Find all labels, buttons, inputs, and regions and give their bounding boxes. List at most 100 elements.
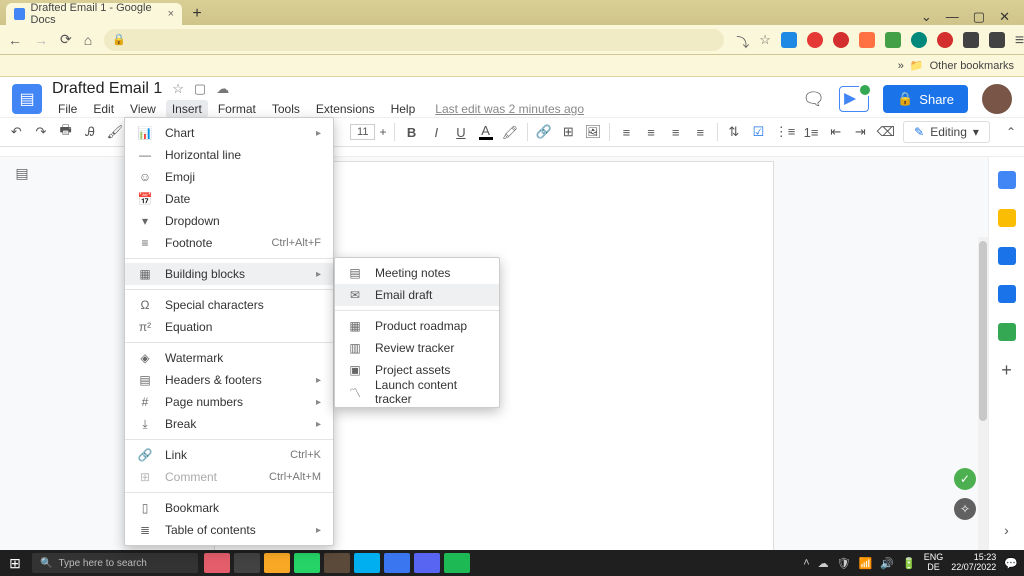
tray-clock[interactable]: 15:2322/07/2022 <box>951 553 996 573</box>
tasks-addon-icon[interactable] <box>998 247 1016 265</box>
bold-icon[interactable]: B <box>403 125 420 140</box>
star-doc-icon[interactable]: ☆ <box>172 81 184 97</box>
taskbar-app-5[interactable] <box>324 553 350 573</box>
ext-icon-1[interactable] <box>781 32 797 48</box>
insert-menu-item[interactable]: ▯Bookmark <box>125 497 333 519</box>
reading-list-icon[interactable]: ≡ <box>1015 32 1024 48</box>
hide-sidepanel-icon[interactable]: › <box>998 522 1016 540</box>
account-avatar[interactable] <box>982 84 1012 114</box>
insert-menu-item[interactable]: π²Equation <box>125 316 333 338</box>
calendar-addon-icon[interactable] <box>998 171 1016 189</box>
contacts-addon-icon[interactable] <box>998 285 1016 303</box>
taskbar-app-8[interactable] <box>414 553 440 573</box>
font-size-plus-icon[interactable]: + <box>379 125 386 139</box>
insert-menu-item[interactable]: ΩSpecial characters <box>125 294 333 316</box>
forward-icon[interactable]: → <box>34 32 48 48</box>
insert-menu-item[interactable]: #Page numbers▸ <box>125 391 333 413</box>
menu-tools[interactable]: Tools <box>266 100 306 118</box>
minimize-icon[interactable]: ― <box>946 9 959 25</box>
insert-comment-icon[interactable]: ⊞ <box>560 124 577 140</box>
tab-close-icon[interactable]: × <box>168 8 174 20</box>
insert-menu-item[interactable]: ⤓Break▸ <box>125 413 333 435</box>
present-button[interactable] <box>839 86 869 112</box>
insert-menu-item[interactable]: ―Horizontal line <box>125 144 333 166</box>
taskbar-app-7[interactable] <box>384 553 410 573</box>
align-center-icon[interactable]: ≡ <box>643 125 660 140</box>
other-bookmarks-label[interactable]: Other bookmarks <box>930 60 1014 72</box>
star-icon[interactable]: ☆ <box>759 32 771 48</box>
tray-onedrive-icon[interactable]: ☁ <box>818 557 829 570</box>
font-size-value[interactable]: 11 <box>350 124 375 140</box>
tray-notifications-icon[interactable]: 💬 <box>1004 557 1018 570</box>
menu-insert[interactable]: Insert <box>166 100 208 118</box>
outline-icon[interactable]: ▤ <box>15 165 28 181</box>
start-button[interactable]: ⊞ <box>0 555 30 572</box>
keep-addon-icon[interactable] <box>998 209 1016 227</box>
bookmarks-overflow-icon[interactable]: » <box>898 60 904 72</box>
highlight-icon[interactable]: 🖍 <box>502 126 519 139</box>
back-icon[interactable]: ← <box>8 32 22 48</box>
taskbar-app-whatsapp[interactable] <box>294 553 320 573</box>
increase-indent-icon[interactable]: ⇥ <box>852 124 869 140</box>
editing-mode-button[interactable]: ✎ Editing ▾ <box>903 121 990 143</box>
line-spacing-icon[interactable]: ⇅ <box>725 124 742 140</box>
ext-puzzle-icon[interactable] <box>989 32 1005 48</box>
menu-edit[interactable]: Edit <box>87 100 120 118</box>
ext-icon-3[interactable] <box>833 32 849 48</box>
get-addons-icon[interactable]: + <box>998 361 1016 379</box>
building-blocks-item[interactable]: ▦Product roadmap <box>335 315 499 337</box>
print-icon[interactable]: 🖶 <box>57 121 74 143</box>
ext-icon-4[interactable] <box>859 32 875 48</box>
home-icon[interactable]: ⌂ <box>84 32 92 48</box>
insert-menu-item[interactable]: ▾Dropdown <box>125 210 333 232</box>
install-icon[interactable]: ⤵ <box>736 32 749 48</box>
insert-menu-item[interactable]: 📊Chart▸ <box>125 122 333 144</box>
tray-volume-icon[interactable]: 🔊 <box>880 557 894 570</box>
tray-battery-icon[interactable]: 🔋 <box>902 557 916 570</box>
taskbar-app-chrome[interactable] <box>234 553 260 573</box>
ext-icon-7[interactable] <box>937 32 953 48</box>
bulleted-list-icon[interactable]: ⋮≡ <box>775 124 795 140</box>
tray-wifi-icon[interactable]: 📶 <box>859 557 873 570</box>
align-justify-icon[interactable]: ≡ <box>692 125 709 140</box>
insert-link-icon[interactable]: 🔗 <box>535 124 552 140</box>
document-title[interactable]: Drafted Email 1 <box>52 80 162 98</box>
clear-formatting-icon[interactable]: ⌫ <box>877 124 895 140</box>
url-input[interactable]: 🔒 <box>104 29 724 51</box>
insert-menu-item[interactable]: ≡FootnoteCtrl+Alt+F <box>125 232 333 254</box>
new-tab-button[interactable]: + <box>186 3 208 25</box>
insert-menu-item[interactable]: ◈Watermark <box>125 347 333 369</box>
collapse-toolbar-icon[interactable]: ⌃ <box>1006 125 1016 139</box>
outline-gutter[interactable]: ▤ <box>0 157 44 550</box>
underline-icon[interactable]: U <box>453 125 470 140</box>
font-size-control[interactable]: 11 + <box>350 124 386 140</box>
text-color-icon[interactable]: A <box>477 124 494 140</box>
cloud-status-icon[interactable]: ☁ <box>216 81 229 97</box>
align-left-icon[interactable]: ≡ <box>618 125 635 140</box>
share-button[interactable]: 🔒 Share <box>883 85 968 113</box>
checklist-icon[interactable]: ☑ <box>750 124 767 140</box>
numbered-list-icon[interactable]: 1≡ <box>803 125 820 140</box>
browser-tab-active[interactable]: Drafted Email 1 - Google Docs × <box>6 3 182 25</box>
tray-chevron-icon[interactable]: ˄ <box>803 557 809 569</box>
redo-icon[interactable]: ↷ <box>33 124 50 140</box>
paint-format-icon[interactable]: 🖌 <box>107 124 124 140</box>
explore-badge-icon[interactable]: ✧ <box>954 498 976 520</box>
insert-menu-item[interactable]: ☺Emoji <box>125 166 333 188</box>
ext-icon-8[interactable] <box>963 32 979 48</box>
docs-logo-icon[interactable]: ▤ <box>12 84 42 114</box>
last-edit-link[interactable]: Last edit was 2 minutes ago <box>435 102 584 116</box>
menu-help[interactable]: Help <box>385 100 422 118</box>
comments-history-icon[interactable]: 🗨 <box>802 89 825 110</box>
grammarly-badge-icon[interactable]: ✓ <box>954 468 976 490</box>
move-doc-icon[interactable]: ▢ <box>194 81 206 97</box>
maximize-icon[interactable]: ▢ <box>973 9 985 25</box>
building-blocks-item[interactable]: ▥Review tracker <box>335 337 499 359</box>
menu-file[interactable]: File <box>52 100 83 118</box>
italic-icon[interactable]: I <box>428 125 445 140</box>
insert-image-icon[interactable]: 🖼 <box>585 124 602 140</box>
menu-format[interactable]: Format <box>212 100 262 118</box>
taskbar-app-3[interactable] <box>264 553 290 573</box>
align-right-icon[interactable]: ≡ <box>667 125 684 140</box>
tray-security-icon[interactable]: 🛡 <box>837 557 851 570</box>
